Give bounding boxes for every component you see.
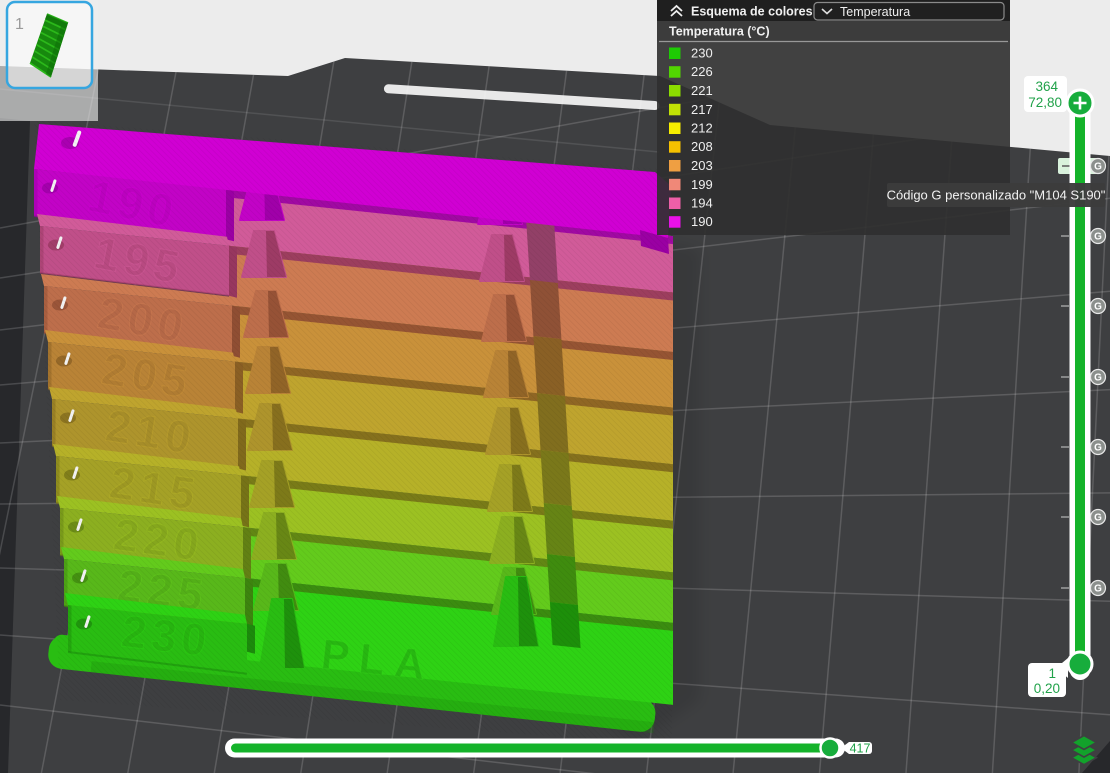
svg-text:Código G personalizado "M104 S: Código G personalizado "M104 S190" bbox=[887, 188, 1106, 203]
svg-text:1: 1 bbox=[15, 16, 24, 33]
svg-text:208: 208 bbox=[691, 139, 713, 154]
svg-text:Temperatura: Temperatura bbox=[840, 5, 910, 19]
svg-text:230: 230 bbox=[691, 46, 713, 61]
svg-text:G: G bbox=[1094, 162, 1102, 173]
svg-text:212: 212 bbox=[691, 121, 713, 136]
svg-text:226: 226 bbox=[691, 64, 713, 79]
svg-text:G: G bbox=[1094, 443, 1102, 454]
svg-text:364: 364 bbox=[1035, 79, 1058, 94]
svg-text:Esquema de colores: Esquema de colores bbox=[691, 5, 813, 19]
svg-text:203: 203 bbox=[691, 158, 713, 173]
svg-text:72,80: 72,80 bbox=[1028, 95, 1062, 110]
svg-text:190: 190 bbox=[691, 214, 713, 229]
svg-text:1: 1 bbox=[1048, 666, 1056, 681]
svg-text:217: 217 bbox=[691, 102, 713, 117]
svg-text:G: G bbox=[1094, 232, 1102, 243]
svg-text:417: 417 bbox=[850, 742, 871, 756]
svg-text:221: 221 bbox=[691, 83, 713, 98]
svg-text:G: G bbox=[1094, 584, 1102, 595]
svg-text:0,20: 0,20 bbox=[1034, 681, 1060, 696]
svg-text:194: 194 bbox=[691, 196, 713, 211]
svg-text:199: 199 bbox=[691, 177, 713, 192]
svg-text:G: G bbox=[1094, 302, 1102, 313]
svg-text:G: G bbox=[1094, 513, 1102, 524]
svg-text:G: G bbox=[1094, 373, 1102, 384]
svg-text:Temperatura (°C): Temperatura (°C) bbox=[669, 25, 770, 39]
